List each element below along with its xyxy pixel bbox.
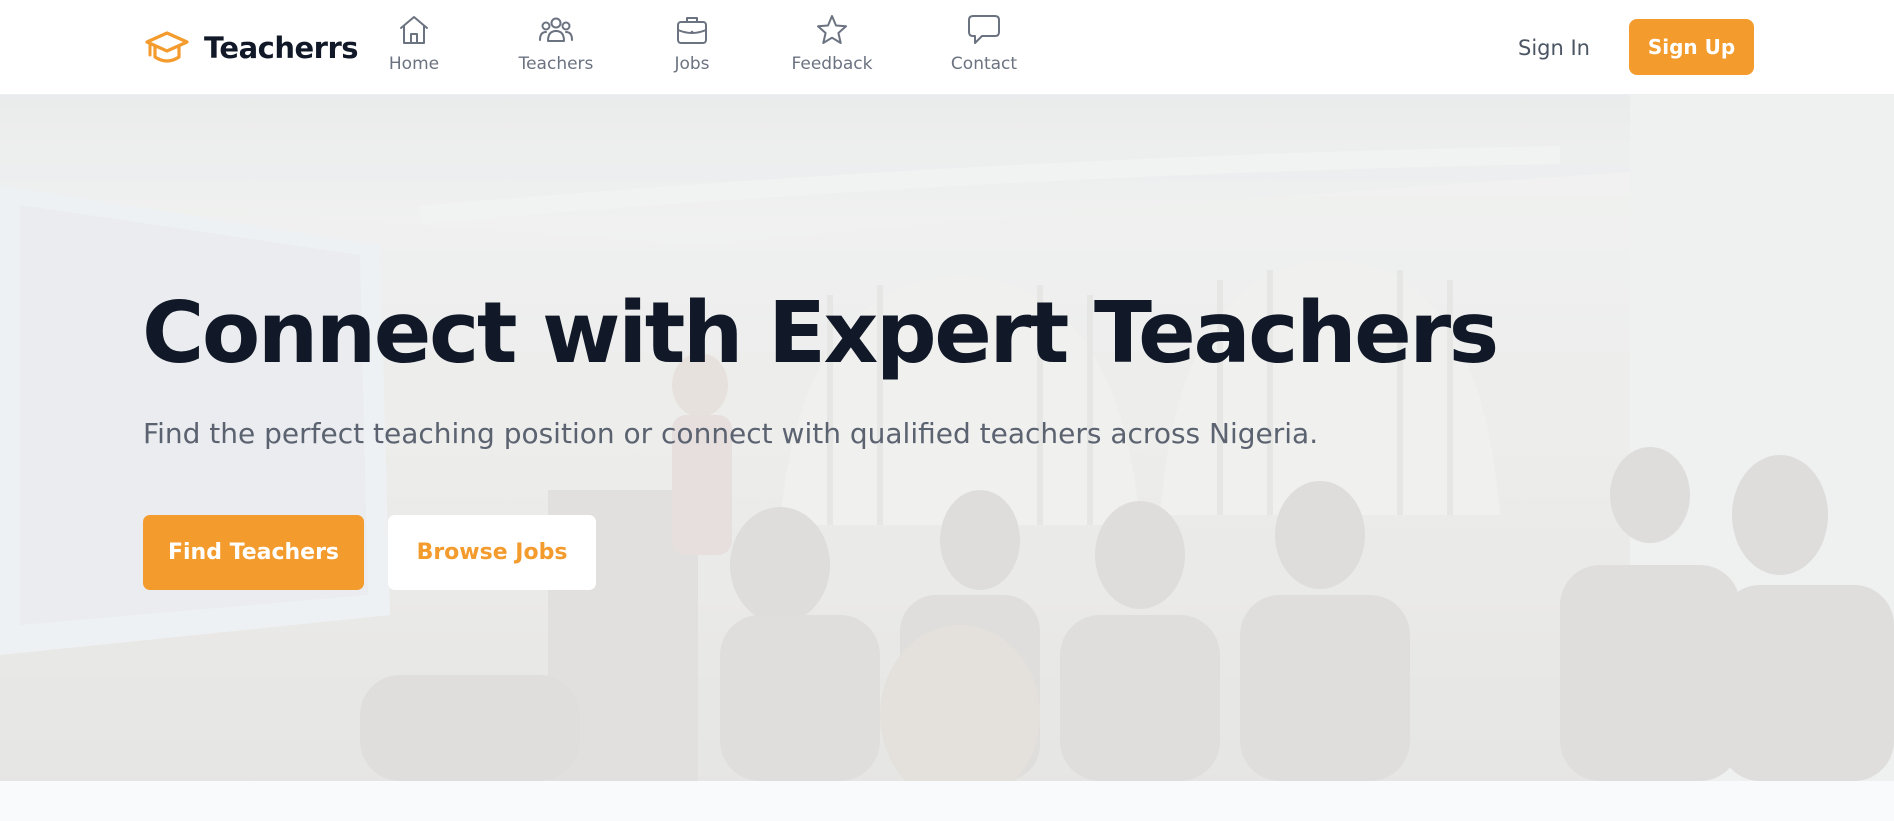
next-section-strip [0,781,1894,821]
nav-item-contact[interactable]: Contact [948,12,1020,78]
top-navbar: Teacherrs Home Teachers Jobs Feedback Co… [0,0,1894,95]
sign-up-button[interactable]: Sign Up [1629,19,1754,75]
users-icon [539,17,573,42]
nav-label-jobs: Jobs [674,54,710,74]
nav-label-home: Home [388,54,440,74]
nav-item-home[interactable]: Home [382,12,446,78]
nav-label-teachers: Teachers [518,54,594,74]
hero-title: Connect with Expert Teachers [142,284,1499,383]
nav-item-teachers[interactable]: Teachers [514,12,598,78]
brand-name: Teacherrs [204,31,359,65]
brand-logo[interactable]: Teacherrs [144,26,359,70]
graduation-cap-icon [145,31,189,63]
nav-label-contact: Contact [950,54,1018,74]
home-icon [400,16,428,44]
hero-section: Connect with Expert Teachers Find the pe… [0,95,1894,781]
star-icon [817,15,847,44]
find-teachers-button[interactable]: Find Teachers [143,515,364,590]
nav-item-jobs[interactable]: Jobs [660,12,724,78]
hero-subtitle: Find the perfect teaching position or co… [143,417,1319,450]
sign-in-link[interactable]: Sign In [1498,28,1610,68]
chat-bubble-icon [968,15,1000,44]
nav-item-feedback[interactable]: Feedback [788,12,876,78]
nav-label-feedback: Feedback [791,54,873,74]
browse-jobs-button[interactable]: Browse Jobs [388,515,596,590]
briefcase-icon [677,17,707,44]
